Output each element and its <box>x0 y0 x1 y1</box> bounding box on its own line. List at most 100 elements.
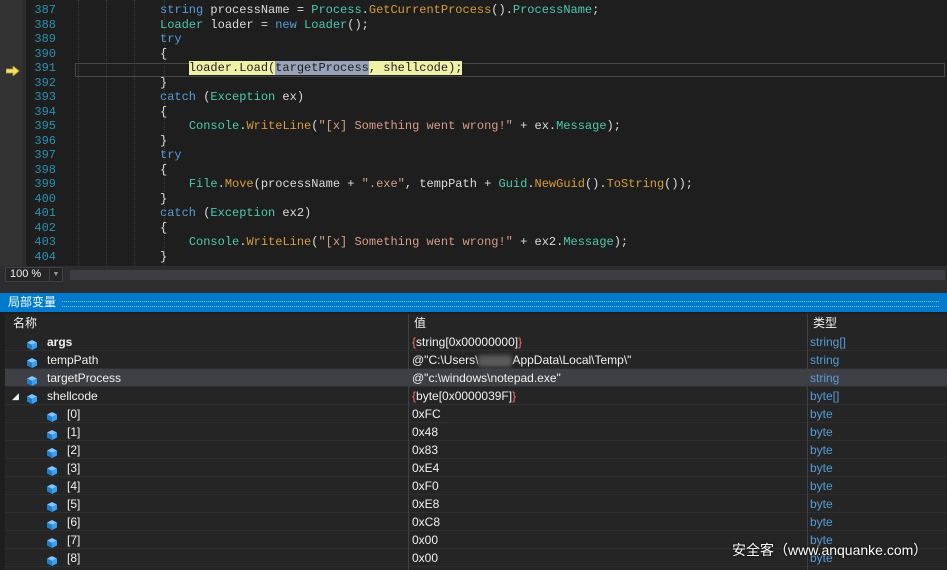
code-line[interactable]: 393 catch (Exception ex) <box>0 90 947 105</box>
code-line[interactable]: 394 { <box>0 105 947 120</box>
locals-row[interactable]: [6] 0xC8 byte <box>5 513 947 531</box>
locals-row[interactable]: [1] 0x48 byte <box>5 423 947 441</box>
variable-value[interactable]: 0x48 <box>412 423 438 441</box>
locals-window-title-bar[interactable]: 局部变量 <box>0 293 947 312</box>
code-line[interactable]: 388 Loader loader = new Loader(); <box>0 18 947 33</box>
variable-type: byte <box>810 461 833 475</box>
code-line[interactable]: 403 Console.WriteLine("[x] Something wen… <box>0 235 947 250</box>
locals-row[interactable]: targetProcess @"c:\windows\notepad.exe" st… <box>5 369 947 387</box>
variable-value[interactable]: @"C:\Users\ AppData\Local\Temp\" <box>412 351 631 369</box>
variable-value[interactable]: {string[0x00000000]} <box>412 333 522 351</box>
variable-value[interactable]: 0xE4 <box>412 459 439 477</box>
code-line[interactable]: 401 catch (Exception ex2) <box>0 206 947 221</box>
code-line[interactable]: 398 { <box>0 163 947 178</box>
code-text: } <box>160 192 167 207</box>
code-line[interactable]: 387 string processName = Process.GetCurre… <box>0 3 947 18</box>
code-token: "[x] Something went wrong!" <box>318 235 513 249</box>
variable-value[interactable]: 0xF0 <box>412 477 439 495</box>
variable-value[interactable]: 0xE8 <box>412 495 439 513</box>
local-variable-cube-icon <box>47 499 57 512</box>
code-line-current[interactable]: 391 loader.Load(targetProcess, shellcode… <box>0 61 947 76</box>
local-variable-cube-icon <box>27 337 37 350</box>
code-token: try <box>160 32 182 46</box>
line-number: 396 <box>34 133 56 148</box>
code-token: ToString <box>606 177 665 191</box>
code-token: WriteLine <box>246 235 312 249</box>
code-token: Console <box>188 119 240 133</box>
horizontal-scrollbar[interactable] <box>70 270 945 280</box>
variable-value[interactable]: 0x00 <box>412 549 438 567</box>
variable-name: [1] <box>67 425 81 439</box>
line-number: 394 <box>34 104 56 119</box>
variable-value[interactable]: 0x83 <box>412 441 438 459</box>
column-header-value[interactable]: 值 <box>414 314 426 333</box>
line-number: 398 <box>34 162 56 177</box>
locals-row[interactable]: [5] 0xE8 byte <box>5 495 947 513</box>
locals-row[interactable]: [3] 0xE4 byte <box>5 459 947 477</box>
local-variable-cube-icon <box>47 481 57 494</box>
code-token: Move <box>224 177 254 191</box>
code-text: catch (Exception ex) <box>160 90 304 105</box>
local-variable-cube-icon <box>47 463 57 476</box>
variable-type: byte[] <box>810 389 840 403</box>
code-line[interactable]: 395 Console.WriteLine("[x] Something wen… <box>0 119 947 134</box>
value-part: 0x00 <box>412 533 439 547</box>
code-token: Message <box>556 119 607 133</box>
code-line[interactable]: 397 try <box>0 148 947 163</box>
code-line[interactable]: 404} <box>0 250 947 265</box>
code-text: { <box>160 163 167 178</box>
value-part: 0xF0 <box>412 479 439 493</box>
locals-row[interactable]: [0] 0xFC byte <box>5 405 947 423</box>
value-part: 0xC8 <box>412 515 441 529</box>
line-number: 400 <box>34 191 56 206</box>
code-editor[interactable]: 387 string processName = Process.GetCurre… <box>0 0 947 266</box>
code-token: ex) <box>275 90 305 104</box>
value-part: byte[0x0000039F] <box>416 389 513 403</box>
code-text: loader.Load(targetProcess, shellcode); <box>160 61 463 76</box>
locals-row[interactable]: [4] 0xF0 byte <box>5 477 947 495</box>
code-token: , shellcode); <box>368 61 463 75</box>
code-text: try <box>160 148 182 163</box>
line-number: 388 <box>34 17 56 32</box>
code-line[interactable]: 390 { <box>0 47 947 62</box>
locals-row[interactable]: [2] 0x83 byte <box>5 441 947 459</box>
code-token: Exception <box>210 206 276 220</box>
column-header-type[interactable]: 类型 <box>813 314 837 333</box>
code-token: Message <box>563 235 614 249</box>
variable-name: [6] <box>67 515 81 529</box>
code-token: + ex2. <box>512 235 564 249</box>
variable-type: string <box>810 353 840 367</box>
variable-value[interactable]: 0xFC <box>412 405 441 423</box>
collapse-triangle-icon[interactable]: ◢ <box>12 387 19 405</box>
code-line[interactable]: 396} <box>0 134 947 149</box>
variable-type: byte <box>810 443 833 457</box>
column-divider[interactable] <box>807 314 808 570</box>
variable-name: tempPath <box>47 353 99 367</box>
code-line[interactable]: 392} <box>0 76 947 91</box>
variable-value[interactable]: 0xC8 <box>412 513 440 531</box>
locals-row[interactable]: tempPath @"C:\Users\ AppData\Local\Temp\" s… <box>5 351 947 369</box>
locals-grid[interactable]: args {string[0x00000000]} string[] tempPath… <box>5 333 947 570</box>
code-token: WriteLine <box>246 119 312 133</box>
code-line[interactable]: 399 File.Move(processName + ".exe", temp… <box>0 177 947 192</box>
locals-row[interactable]: args {string[0x00000000]} string[] <box>5 333 947 351</box>
variable-value[interactable]: 0x00 <box>412 531 438 549</box>
code-token: catch <box>160 90 197 104</box>
code-line[interactable]: 400} <box>0 192 947 207</box>
zoom-combobox[interactable]: 100 % ▼ <box>5 267 63 282</box>
code-token: GetCurrentProcess <box>368 3 492 17</box>
locals-row[interactable]: ◢ shellcode {byte[0x0000039F]} byte[] <box>5 387 947 405</box>
code-token: loader = <box>203 17 276 32</box>
locals-window-title: 局部变量 <box>8 295 57 309</box>
variable-value[interactable]: {byte[0x0000039F]} <box>412 387 516 405</box>
column-divider[interactable] <box>408 314 409 570</box>
code-line[interactable]: 389 try <box>0 32 947 47</box>
code-token: string <box>160 3 204 17</box>
code-line[interactable]: 402 { <box>0 221 947 236</box>
panel-splitter[interactable] <box>0 284 947 293</box>
dropdown-chevron-icon[interactable]: ▼ <box>49 268 62 281</box>
column-header-name[interactable]: 名称 <box>13 314 37 333</box>
line-number: 393 <box>34 90 56 104</box>
variable-value[interactable]: @"c:\windows\notepad.exe" <box>412 369 561 387</box>
